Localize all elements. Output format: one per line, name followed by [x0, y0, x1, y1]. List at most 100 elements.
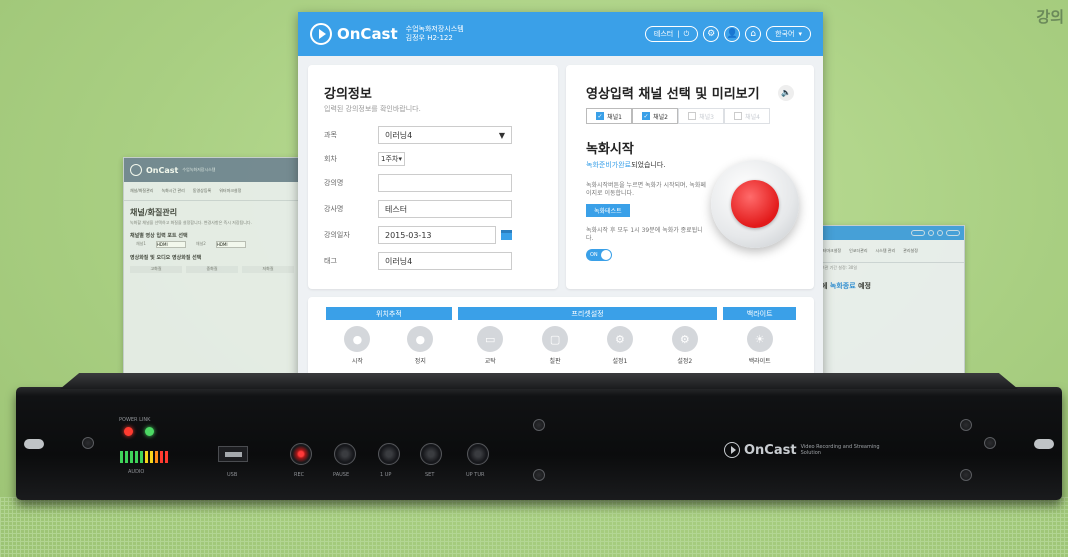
calendar-icon[interactable]: [501, 230, 512, 240]
back-left-brand: OnCast: [146, 165, 179, 175]
tag-input[interactable]: 이러닝4: [378, 252, 512, 270]
system-name: 수업녹화저장시스템: [405, 25, 464, 33]
lecture-info-card: 강의정보 입력된 강의정보를 확인바랍니다. 과목 이러닝4 ▼ 회차 1주차 …: [308, 65, 558, 289]
settings-icon[interactable]: ⚙: [703, 26, 720, 42]
backlight-items: ☀ 백라이트: [723, 326, 796, 365]
preset-setting1-label: 설정1: [612, 358, 628, 365]
back-left-tab[interactable]: 동영상등록: [193, 188, 211, 194]
power-icon[interactable]: ⏻: [684, 30, 690, 39]
level-segment: [140, 451, 143, 463]
backlight-header: 백라이트: [723, 307, 796, 320]
chevron-down-icon: ▾: [798, 30, 802, 38]
sun-icon: ☀: [746, 326, 773, 352]
user-pill[interactable]: 테스터 | ⏻: [644, 26, 699, 42]
audio-level-meter: [120, 451, 168, 463]
preset-board-button[interactable]: ▢ 칠판: [527, 326, 583, 365]
user-icon[interactable]: 👤: [724, 26, 741, 42]
rack-ear-hole: [24, 439, 44, 449]
preset-podium-button[interactable]: ▭ 교탁: [462, 326, 518, 365]
port1-select[interactable]: HDMI: [155, 241, 186, 248]
user-name: 테스터: [653, 30, 674, 38]
top-bar: OnCast 수업녹화저장시스템 김정우 H2-122 테스터 | ⏻ ⚙ 👤 …: [298, 12, 823, 56]
backlight-label: 백라이트: [748, 358, 771, 365]
backlight-button[interactable]: ☀ 백라이트: [732, 326, 788, 365]
preset-podium-label: 교탁: [484, 358, 496, 365]
up-label: 1 UP: [380, 472, 392, 478]
quality-col-header: 고화질: [130, 266, 182, 273]
back-right-tab[interactable]: 인코더관리: [849, 248, 867, 254]
channel4-checkbox[interactable]: 채널4: [724, 108, 770, 124]
tracking-stop-button[interactable]: ● 정지: [392, 326, 448, 365]
top-right-controls: 테스터 | ⏻ ⚙ 👤 ⌂ 한국어 ▾: [644, 26, 811, 42]
home-icon[interactable]: ⌂: [745, 26, 762, 42]
check-icon: ✓: [596, 112, 605, 120]
speaker-icon[interactable]: 🔈: [778, 85, 794, 101]
pause-button[interactable]: [334, 443, 356, 465]
back-right-tab[interactable]: 관리설정: [903, 248, 918, 254]
language-select[interactable]: 한국어 ▾: [766, 26, 811, 42]
screw-icon: [960, 469, 972, 481]
quality-col-header: 저화질: [242, 266, 294, 273]
subject-value: 이러닝4: [385, 130, 413, 140]
checkbox-icon: [734, 112, 743, 120]
divider: |: [677, 30, 680, 38]
hardware-device: POWER LINK AUDIO USB REC PAUSE 1 UP SET …: [16, 373, 1062, 500]
level-segment: [160, 451, 163, 463]
date-input[interactable]: 2015-03-13: [378, 226, 496, 244]
session-value: 1주차: [381, 155, 399, 163]
back-left-tabs: 채널/화질관리 녹화시간 관리 동영상등록 워터마크설정: [124, 182, 300, 201]
record-state-rest: 되었습니다.: [631, 161, 666, 169]
set-button[interactable]: [420, 443, 442, 465]
rec-button[interactable]: [290, 443, 312, 465]
power-label: POWER LINK: [119, 417, 151, 423]
screw-icon: [960, 419, 972, 431]
session-row: 회차 1주차 ▾: [324, 152, 542, 166]
instructor-input[interactable]: 테스터: [378, 200, 512, 218]
room-name: 김정우 H2-122: [405, 34, 453, 42]
gear-icon: ⚙: [671, 326, 698, 352]
preset-setting2-button[interactable]: ⚙ 설정2: [657, 326, 713, 365]
lecture-name-label: 강의명: [324, 179, 344, 187]
port-row: 채널1 HDMI 채널2 HDMI: [124, 241, 300, 248]
back-right-tab[interactable]: 시스템 관리: [876, 248, 896, 254]
channel2-checkbox[interactable]: ✓ 채널2: [632, 108, 678, 124]
usb-port: [218, 446, 248, 462]
level-segment: [165, 451, 168, 463]
status-highlight: 녹화종료: [829, 282, 856, 290]
caret-down-icon: ▼: [498, 130, 505, 140]
channel1-checkbox[interactable]: ✓ 채널1: [586, 108, 632, 124]
up-turn-button[interactable]: [467, 443, 489, 465]
subject-select[interactable]: 이러닝4 ▼: [378, 126, 512, 144]
up-turn-label: UP TUR: [466, 472, 485, 478]
tracking-start-button[interactable]: ● 시작: [329, 326, 385, 365]
language-pill[interactable]: [946, 230, 960, 236]
preset-setting1-button[interactable]: ⚙ 설정1: [592, 326, 648, 365]
record-start-button[interactable]: [711, 160, 799, 248]
channel3-checkbox[interactable]: 채널3: [678, 108, 724, 124]
oncast-logo-icon: [130, 164, 142, 176]
user-icon[interactable]: [937, 230, 943, 236]
tracking-start-label: 시작: [351, 358, 363, 365]
subject-label: 과목: [324, 131, 337, 139]
control-groups: 위치추적 ● 시작 ● 정지 프리셋설정 ▭ 교탁 ▢ 칠판 ⚙ 설정1 ⚙ 설정2 백라이…: [308, 297, 814, 365]
lecture-name-input[interactable]: [378, 174, 512, 192]
settings-icon[interactable]: [928, 230, 934, 236]
screw-icon: [533, 469, 545, 481]
back-left-tab[interactable]: 워터마크설정: [219, 188, 241, 194]
screw-icon: [984, 437, 996, 449]
level-segment: [125, 451, 128, 463]
port2-label: 채널2: [195, 241, 206, 246]
rec-label: REC: [294, 472, 305, 478]
session-select[interactable]: 1주차 ▾: [378, 152, 405, 166]
person-icon: ●: [344, 326, 371, 352]
pill-icon[interactable]: [911, 230, 925, 236]
port2-select[interactable]: HDMI: [215, 241, 246, 248]
podium-icon: ▭: [477, 326, 504, 352]
lecture-info-title: 강의정보: [324, 87, 372, 102]
auto-toggle[interactable]: ON: [586, 249, 612, 261]
record-test-button[interactable]: 녹화테스트: [586, 204, 630, 217]
back-right-header: [815, 226, 964, 240]
up-button[interactable]: [378, 443, 400, 465]
back-left-tab[interactable]: 녹화시간 관리: [161, 188, 184, 194]
back-left-tab[interactable]: 채널/화질관리: [130, 188, 153, 194]
